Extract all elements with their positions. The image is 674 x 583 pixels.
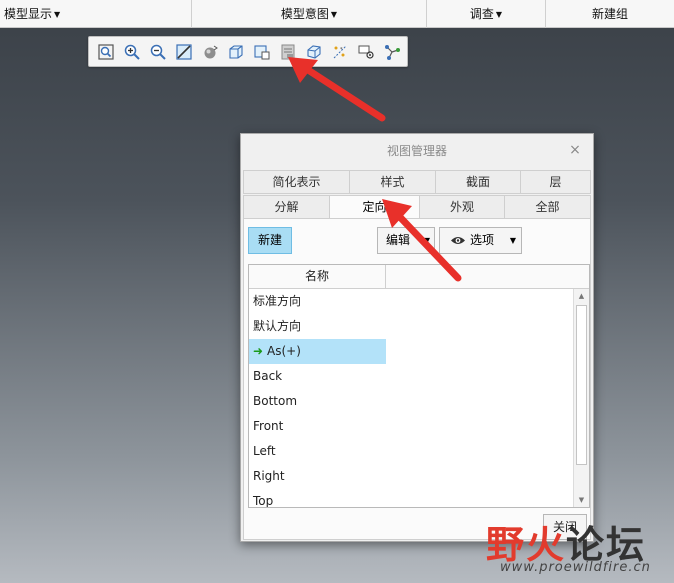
- list-header: 名称: [249, 265, 589, 289]
- ribbon-group-label: 新建组: [591, 7, 628, 21]
- tab-orient[interactable]: 定向: [330, 195, 420, 219]
- scroll-thumb[interactable]: [576, 305, 587, 465]
- tab-section[interactable]: 截面: [436, 170, 521, 194]
- list-item[interactable]: Back: [249, 364, 386, 389]
- edit-button-label: 编辑: [386, 233, 411, 247]
- list-item[interactable]: Top: [249, 489, 386, 508]
- list-item[interactable]: 标准方向: [249, 289, 386, 314]
- list-item-label: Top: [253, 494, 274, 508]
- zoom-fit-icon[interactable]: [95, 41, 117, 63]
- vertical-scrollbar[interactable]: ▲ ▼: [573, 289, 589, 507]
- display-style-icon[interactable]: [303, 41, 325, 63]
- column-header-name[interactable]: 名称: [249, 265, 386, 288]
- list-rows: 标准方向默认方向 ➜ As(+) Back Bottom Front Left Right To…: [249, 289, 573, 508]
- ribbon-group-model-display[interactable]: 模型显示 ▼: [0, 0, 192, 28]
- chevron-down-icon: ▼: [509, 236, 516, 245]
- tab-appearance[interactable]: 外观: [420, 195, 505, 219]
- list-item-label: As(+): [267, 344, 301, 358]
- chevron-down-icon: ▼: [54, 10, 61, 19]
- list-item-label: 默认方向: [253, 319, 302, 333]
- list-item-label: Right: [253, 469, 285, 483]
- scroll-down-icon[interactable]: ▼: [574, 493, 589, 507]
- orientation-list: 名称 标准方向默认方向 ➜ As(+) Back Bottom Front Left Righ…: [248, 264, 590, 508]
- chevron-down-icon: ▼: [495, 10, 503, 19]
- tab-all[interactable]: 全部: [505, 195, 591, 219]
- ribbon-group-label: 调查: [469, 7, 494, 21]
- annotation-display-icon[interactable]: [355, 41, 377, 63]
- list-item-label: Bottom: [253, 394, 298, 408]
- view-manager-icon[interactable]: [277, 41, 299, 63]
- tab-layer[interactable]: 层: [521, 170, 591, 194]
- ribbon-group-label: 模型意图: [280, 7, 329, 21]
- tab-explode[interactable]: 分解: [243, 195, 330, 219]
- edit-button[interactable]: 编辑 ▼: [377, 227, 435, 254]
- tab-simplified-rep[interactable]: 简化表示: [243, 170, 350, 194]
- spin-center-icon[interactable]: [199, 41, 221, 63]
- list-item[interactable]: ➜ As(+): [249, 339, 386, 364]
- list-item-label: 标准方向: [253, 294, 302, 308]
- tab-style[interactable]: 样式: [350, 170, 436, 194]
- close-icon[interactable]: ×: [567, 142, 583, 158]
- scroll-up-icon[interactable]: ▲: [574, 289, 589, 303]
- list-item[interactable]: Bottom: [249, 389, 386, 414]
- repaint-icon[interactable]: [173, 41, 195, 63]
- watermark: 野火论坛 www.proewildfire.cn: [486, 514, 672, 580]
- list-item-label: Back: [253, 369, 283, 383]
- eye-icon: [451, 237, 465, 244]
- zoom-out-icon[interactable]: [147, 41, 169, 63]
- ribbon-group-label: 模型显示: [4, 7, 53, 21]
- list-item-label: Left: [253, 444, 276, 458]
- list-item-label: Front: [253, 419, 284, 433]
- watermark-url: www.proewildfire.cn: [500, 560, 651, 575]
- new-button[interactable]: 新建: [248, 227, 292, 254]
- ribbon-group-new-group[interactable]: 新建组: [546, 0, 674, 28]
- list-item[interactable]: Right: [249, 464, 386, 489]
- dialog-title: 视图管理器: [386, 144, 447, 158]
- network-icon[interactable]: [381, 41, 403, 63]
- shading-icon[interactable]: [225, 41, 247, 63]
- chevron-down-icon: ▼: [423, 236, 430, 245]
- list-item[interactable]: Left: [249, 439, 386, 464]
- options-button-label: 选项: [470, 233, 495, 247]
- saved-orientation-icon[interactable]: [251, 41, 273, 63]
- options-button[interactable]: 选项 ▼: [439, 227, 522, 254]
- zoom-in-icon[interactable]: [121, 41, 143, 63]
- list-item[interactable]: Front: [249, 414, 386, 439]
- ribbon-group-investigate[interactable]: 调查 ▼: [427, 0, 546, 28]
- ribbon-group-model-intent[interactable]: 模型意图 ▼: [192, 0, 427, 28]
- list-item[interactable]: 默认方向: [249, 314, 386, 339]
- chevron-down-icon: ▼: [330, 10, 338, 19]
- tab-row-primary: 简化表示 样式 截面 层: [243, 170, 591, 194]
- active-arrow-icon: ➜: [253, 344, 264, 358]
- ribbon-header: 模型显示 ▼ 模型意图 ▼ 调查 ▼ 新建组: [0, 0, 674, 28]
- graphics-toolbar: *: [88, 36, 408, 67]
- datum-display-icon[interactable]: *: [329, 41, 351, 63]
- tab-row-secondary: 分解 定向 外观 全部: [243, 195, 591, 219]
- orient-panel: 新建 编辑 ▼ 选项 ▼ 名称 标准方向默认方向 ➜ As(+) Back Bottom…: [243, 218, 591, 540]
- view-manager-dialog: 视图管理器 × 简化表示 样式 截面 层 分解 定向 外观 全部 新建 编辑 ▼…: [240, 133, 594, 542]
